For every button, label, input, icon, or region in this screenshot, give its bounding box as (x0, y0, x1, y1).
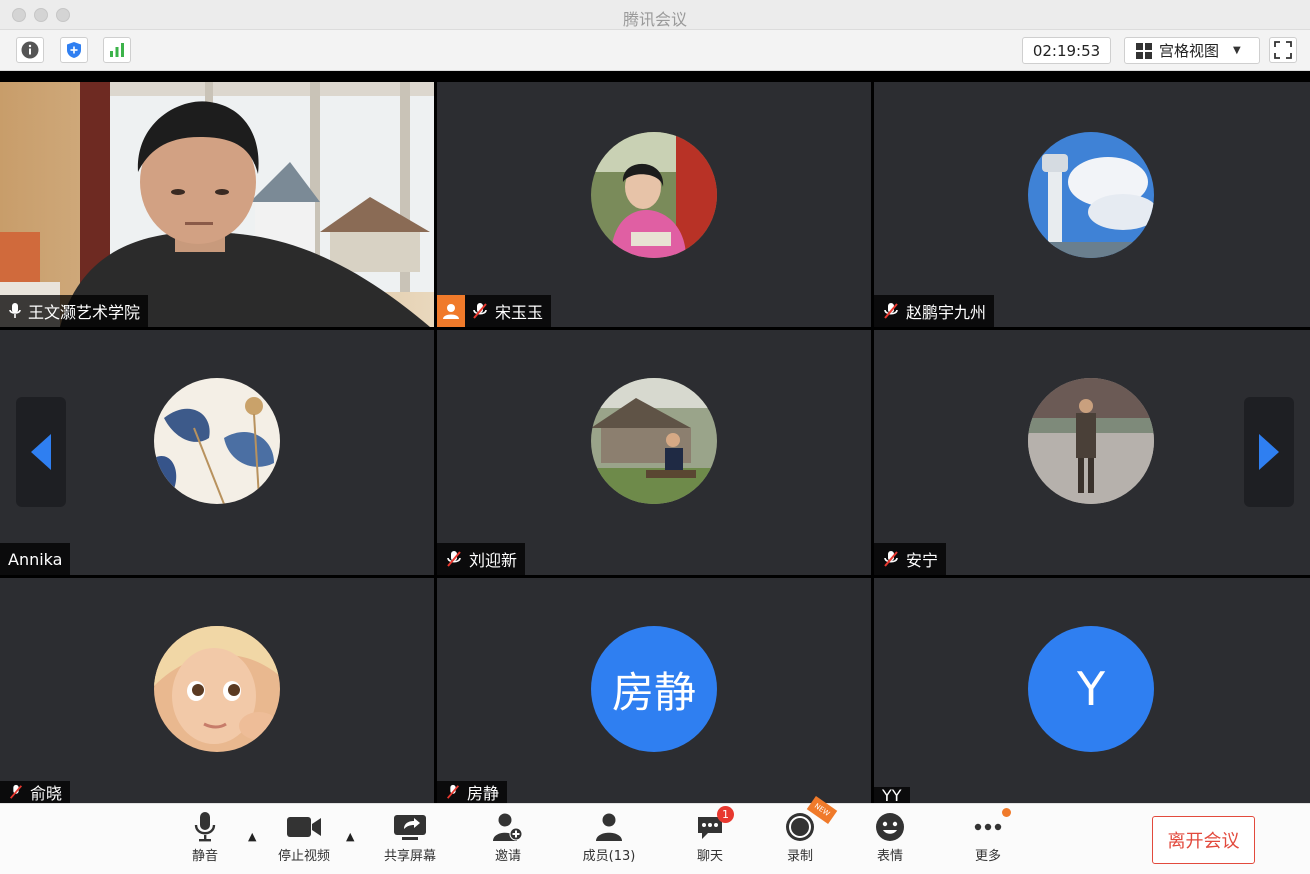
audio-options-caret[interactable]: ▲ (248, 830, 256, 843)
fullscreen-icon (1274, 41, 1292, 59)
previous-page-button[interactable] (16, 397, 66, 507)
security-button[interactable] (60, 37, 88, 63)
security-shield-icon (67, 42, 81, 58)
mic-muted-icon (884, 303, 898, 319)
emoji-button[interactable]: 表情 (874, 810, 906, 864)
participant-avatar: 房静 (591, 626, 717, 752)
participant-avatar (1028, 132, 1154, 258)
view-mode-dropdown[interactable]: 宫格视图 ▼ (1124, 37, 1260, 64)
video-tile[interactable]: 俞晓 (0, 578, 434, 803)
notification-dot (1002, 808, 1011, 817)
video-tile[interactable]: 王文灏艺术学院 (0, 82, 434, 327)
meeting-controls-bar: 静音 ▲ 停止视频 ▲ 共享屏幕 邀请 成员(13) 1 聊天 NEW 录制 表… (0, 795, 1310, 874)
mic-muted-icon (446, 784, 460, 799)
chat-label: 聊天 (696, 849, 723, 864)
network-status-button[interactable] (103, 37, 131, 63)
share-screen-label: 共享屏幕 (383, 849, 436, 864)
more-label: 更多 (974, 849, 1001, 864)
video-tile[interactable]: 刘迎新 (437, 330, 871, 575)
mic-muted-icon (9, 784, 23, 799)
participant-name: 房静 (467, 784, 500, 803)
participant-avatar (591, 378, 717, 504)
participant-nameplate: 宋玉玉 (437, 295, 552, 327)
mute-button[interactable]: 静音 (186, 810, 224, 864)
window-title: 腾讯会议 (622, 10, 687, 29)
add-user-icon (493, 813, 523, 841)
host-badge (437, 295, 465, 327)
invite-label: 邀请 (494, 849, 521, 864)
chevron-right-icon (1259, 434, 1279, 470)
participant-avatar (154, 378, 280, 504)
participant-avatar: Y (1028, 626, 1154, 752)
stop-video-button[interactable]: 停止视频 (274, 810, 334, 864)
unread-count-badge: 1 (717, 806, 734, 823)
grid-view-icon (1136, 42, 1152, 59)
chevron-down-icon: ▼ (1233, 45, 1241, 56)
participant-name: 俞晓 (30, 784, 63, 803)
participant-nameplate: 刘迎新 (437, 543, 526, 575)
participant-avatar (154, 626, 280, 752)
title-bar: 腾讯会议 (0, 0, 1310, 30)
participant-name: Annika (8, 549, 63, 569)
participant-name: 安宁 (906, 551, 939, 570)
meeting-info-button[interactable] (16, 37, 44, 63)
network-signal-icon (110, 43, 124, 57)
video-tile[interactable]: Y YY (874, 578, 1310, 803)
participant-name: YY (882, 785, 902, 804)
participant-nameplate: 赵鹏宇九州 (874, 295, 995, 327)
mute-label: 静音 (191, 849, 218, 864)
mic-muted-icon (447, 551, 461, 567)
emoji-label: 表情 (876, 849, 903, 864)
members-icon (596, 813, 622, 841)
participant-nameplate: 安宁 (874, 543, 947, 575)
chat-button[interactable]: 1 聊天 (694, 806, 734, 864)
video-options-caret[interactable]: ▲ (346, 830, 354, 843)
participant-nameplate: Annika (0, 543, 71, 575)
leave-meeting-button[interactable]: 离开会议 (1152, 816, 1255, 864)
more-button[interactable]: 更多 (972, 808, 1011, 864)
video-tile[interactable]: 宋玉玉 (437, 82, 871, 327)
video-grid: 王文灏艺术学院 宋玉玉 赵鹏宇九州 Annika 刘迎新 安宁 俞晓 房静 房静… (0, 82, 1310, 803)
smiley-icon (876, 813, 904, 841)
participant-nameplate: YY (874, 785, 910, 804)
record-button[interactable]: NEW 录制 (784, 795, 838, 864)
mic-muted-icon (473, 303, 487, 319)
fullscreen-button[interactable] (1269, 37, 1297, 63)
participant-name: 赵鹏宇九州 (906, 303, 987, 322)
record-label: 录制 (786, 849, 813, 864)
host-person-icon (443, 304, 459, 319)
video-camera-icon (287, 817, 321, 837)
meeting-toolbar: 02:19:53 宫格视图 ▼ (0, 30, 1310, 71)
stop-video-label: 停止视频 (277, 849, 330, 864)
microphone-icon (9, 303, 21, 318)
invite-button[interactable]: 邀请 (490, 810, 526, 864)
more-dots-icon (974, 823, 1002, 831)
info-icon (21, 41, 39, 59)
participant-nameplate: 王文灏艺术学院 (0, 295, 149, 327)
mic-muted-icon (884, 551, 898, 567)
participant-avatar (1028, 378, 1154, 504)
record-icon (786, 813, 814, 841)
video-tile[interactable]: 赵鹏宇九州 (874, 82, 1310, 327)
microphone-icon (194, 812, 216, 842)
view-mode-label: 宫格视图 (1159, 42, 1220, 60)
participant-video-feed (0, 82, 434, 327)
next-page-button[interactable] (1244, 397, 1294, 507)
video-tile[interactable]: 房静 房静 (437, 578, 871, 803)
participant-nameplate: 房静 (437, 781, 508, 803)
meeting-timer: 02:19:53 (1022, 37, 1111, 64)
share-screen-button[interactable]: 共享屏幕 (380, 810, 440, 864)
chevron-left-icon (31, 434, 51, 470)
members-button[interactable]: 成员(13) (580, 810, 638, 864)
share-screen-icon (394, 815, 426, 840)
participant-nameplate: 俞晓 (0, 781, 71, 803)
participant-name: 刘迎新 (469, 551, 518, 570)
participant-name: 王文灏艺术学院 (28, 303, 141, 322)
participant-avatar (591, 132, 717, 258)
members-label: 成员(13) (582, 849, 636, 864)
participant-name: 宋玉玉 (495, 303, 544, 322)
